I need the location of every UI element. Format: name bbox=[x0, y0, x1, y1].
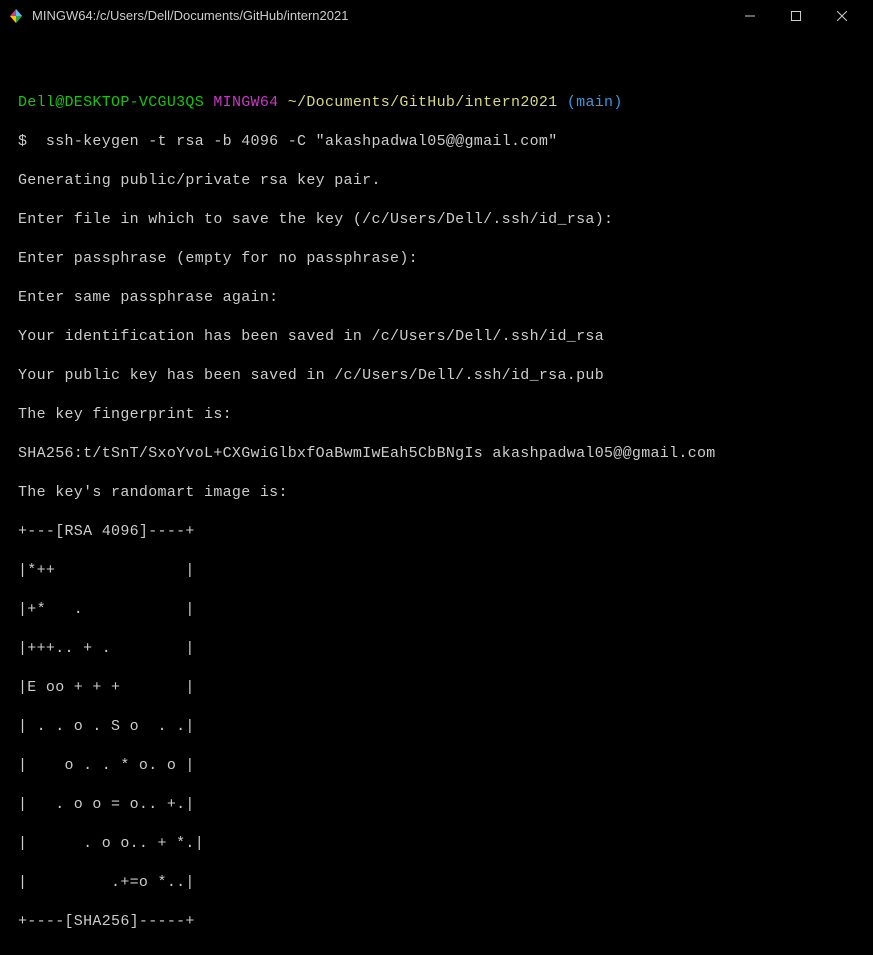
maximize-button[interactable] bbox=[773, 0, 819, 32]
randomart-line: |+* . | bbox=[18, 600, 869, 620]
randomart-line: |+++.. + . | bbox=[18, 639, 869, 659]
prompt-host: MINGW64 bbox=[213, 94, 278, 111]
app-icon bbox=[8, 8, 24, 24]
output-line: Your identification has been saved in /c… bbox=[18, 327, 869, 347]
close-button[interactable] bbox=[819, 0, 865, 32]
output-line: The key's randomart image is: bbox=[18, 483, 869, 503]
randomart-line: |*++ | bbox=[18, 561, 869, 581]
output-line: SHA256:t/tSnT/SxoYvoL+CXGwiGlbxfOaBwmIwE… bbox=[18, 444, 869, 464]
prompt-line: Dell@DESKTOP-VCGU3QS MINGW64 ~/Documents… bbox=[18, 93, 869, 113]
terminal-content[interactable]: Dell@DESKTOP-VCGU3QS MINGW64 ~/Documents… bbox=[0, 32, 873, 955]
window-title: MINGW64:/c/Users/Dell/Documents/GitHub/i… bbox=[32, 8, 727, 25]
prompt-branch: (main) bbox=[567, 94, 623, 111]
randomart-line: | o . . * o. o | bbox=[18, 756, 869, 776]
prompt-symbol: $ bbox=[18, 133, 27, 150]
output-line: Enter file in which to save the key (/c/… bbox=[18, 210, 869, 230]
command-line: $ ssh-keygen -t rsa -b 4096 -C "akashpad… bbox=[18, 132, 869, 152]
randomart-line: +----[SHA256]-----+ bbox=[18, 912, 869, 932]
output-line: Generating public/private rsa key pair. bbox=[18, 171, 869, 191]
randomart-line: +---[RSA 4096]----+ bbox=[18, 522, 869, 542]
randomart-line: | . . o . S o . .| bbox=[18, 717, 869, 737]
output-line: Your public key has been saved in /c/Use… bbox=[18, 366, 869, 386]
prompt-user: Dell@DESKTOP-VCGU3QS bbox=[18, 94, 204, 111]
blank-line bbox=[18, 56, 869, 74]
output-line: Enter passphrase (empty for no passphras… bbox=[18, 249, 869, 269]
randomart-line: | . o o.. + *.| bbox=[18, 834, 869, 854]
window-titlebar: MINGW64:/c/Users/Dell/Documents/GitHub/i… bbox=[0, 0, 873, 32]
prompt-path: ~/Documents/GitHub/intern2021 bbox=[288, 94, 558, 111]
command-text: ssh-keygen -t rsa -b 4096 -C "akashpadwa… bbox=[46, 133, 558, 150]
minimize-button[interactable] bbox=[727, 0, 773, 32]
randomart-line: |E oo + + + | bbox=[18, 678, 869, 698]
randomart-line: | .+=o *..| bbox=[18, 873, 869, 893]
output-line: The key fingerprint is: bbox=[18, 405, 869, 425]
randomart-line: | . o o = o.. +.| bbox=[18, 795, 869, 815]
output-line: Enter same passphrase again: bbox=[18, 288, 869, 308]
window-controls bbox=[727, 0, 865, 32]
